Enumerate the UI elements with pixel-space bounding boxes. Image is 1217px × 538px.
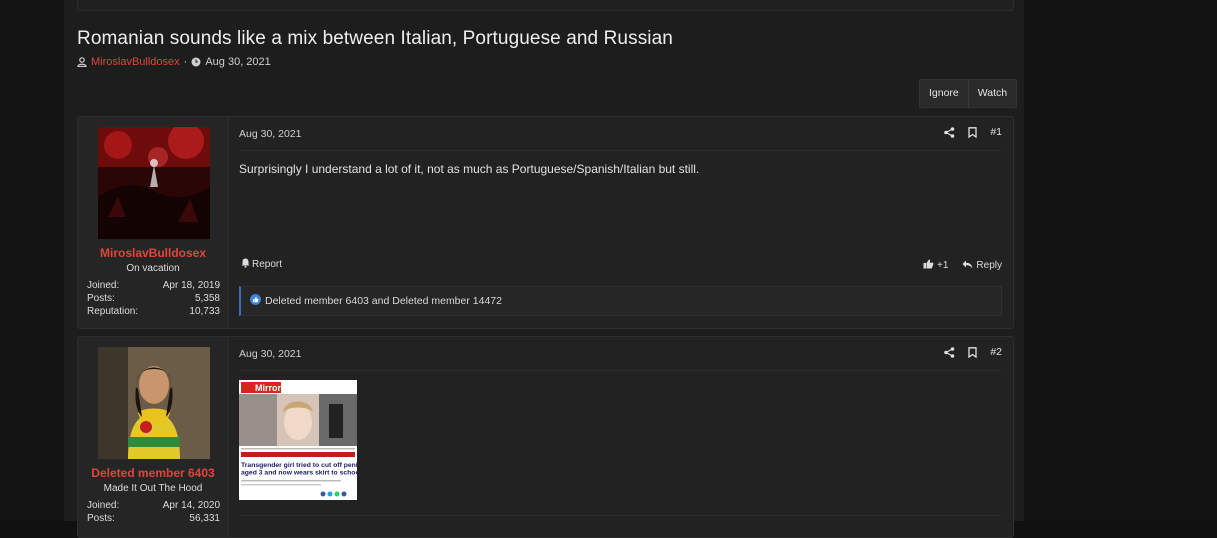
report-link[interactable]: Report [241, 258, 282, 271]
mirror-brand-text: Mirror [255, 383, 282, 393]
watch-button[interactable]: Watch [967, 80, 1017, 107]
stat-value: 10,733 [189, 306, 220, 317]
meta-separator: · [183, 56, 188, 68]
stat-value[interactable]: 56,331 [189, 512, 220, 525]
stat-row: Joined: Apr 14, 2020 [87, 499, 220, 512]
user-title: Made It Out The Hood [103, 483, 203, 494]
bell-icon [241, 258, 250, 271]
avatar[interactable] [98, 347, 210, 459]
stat-row: Posts: 5,358 [87, 292, 220, 305]
thread-meta: MiroslavBulldosex · Aug 30, 2021 [77, 56, 271, 68]
stat-value[interactable]: 5,358 [195, 292, 220, 305]
post-user-cell: Deleted member 6403 Made It Out The Hood… [78, 337, 229, 537]
headline-line: Transgender girl tried to cut off penis [241, 462, 357, 469]
post-footer-divider [239, 515, 1002, 516]
stat-value: Apr 14, 2020 [162, 500, 220, 511]
post-footer-actions: +1 Reply [923, 259, 1002, 272]
post-user-cell: MiroslavBulldosex On vacation Joined: Ap… [78, 117, 229, 328]
thread-action-buttons: Ignore Watch [919, 79, 1018, 108]
stat-row: Posts: 56,331 [87, 512, 220, 525]
post: MiroslavBulldosex On vacation Joined: Ap… [77, 116, 1014, 329]
main-content: Romanian sounds like a mix between Itali… [64, 0, 1024, 538]
post-number[interactable]: #2 [990, 346, 1002, 358]
post: Deleted member 6403 Made It Out The Hood… [77, 336, 1014, 538]
share-icon[interactable] [944, 126, 955, 138]
share-icon[interactable] [944, 346, 955, 358]
stat-label: Posts: [87, 513, 115, 524]
thread-date[interactable]: Aug 30, 2021 [205, 56, 270, 68]
user-title: On vacation [126, 263, 180, 274]
left-margin [0, 0, 64, 521]
stat-row: Reputation: 10,733 [87, 305, 220, 318]
reply-button[interactable]: Reply [962, 260, 1002, 272]
avatar[interactable] [98, 127, 210, 239]
reply-arrow-icon [962, 260, 973, 272]
stat-row: Joined: Apr 18, 2019 [87, 279, 220, 292]
stat-label: Joined: [87, 280, 120, 291]
stat-label: Joined: [87, 500, 120, 511]
svg-text:Transgender girl tried to cut: Transgender girl tried to cut off penis … [241, 462, 357, 477]
thumbs-up-icon [923, 259, 934, 272]
thread-author-link[interactable]: MiroslavBulldosex [91, 56, 180, 68]
ignore-button[interactable]: Ignore [920, 80, 968, 107]
post-header-actions: #1 [944, 126, 1002, 138]
user-stats: Joined: Apr 18, 2019 Posts: 5,358 Reputa… [87, 279, 220, 318]
post-date[interactable]: Aug 30, 2021 [239, 348, 301, 360]
username[interactable]: MiroslavBulldosex [78, 246, 228, 260]
user-stats: Joined: Apr 14, 2020 Posts: 56,331 [87, 499, 220, 525]
report-label: Report [252, 259, 283, 270]
post-date[interactable]: Aug 30, 2021 [239, 128, 301, 140]
right-margin [1024, 0, 1217, 521]
previous-block-edge [77, 0, 1014, 11]
reply-label: Reply [976, 260, 1002, 271]
like-button[interactable]: +1 [923, 259, 948, 272]
bookmark-icon[interactable] [968, 346, 977, 358]
stat-label: Posts: [87, 293, 115, 304]
bookmark-icon[interactable] [968, 126, 977, 138]
attachment-thumbnail[interactable]: Mirror Transgender girl tried to cut off… [239, 380, 357, 500]
reactions-text[interactable]: Deleted member 6403 and Deleted member 1… [265, 295, 502, 307]
like-reaction-icon [250, 294, 261, 308]
post-header-divider [239, 370, 1002, 371]
stat-value: Apr 18, 2019 [162, 280, 220, 291]
reaction-count: +1 [937, 260, 949, 271]
reactions-bar[interactable]: Deleted member 6403 and Deleted member 1… [239, 286, 1002, 316]
post-message-cell: Aug 30, 2021 #2 Mirror Transgender girl … [229, 337, 1013, 537]
post-header-actions: #2 [944, 346, 1002, 358]
clock-icon [191, 57, 201, 67]
page-title: Romanian sounds like a mix between Itali… [77, 28, 673, 49]
user-icon [77, 57, 87, 67]
post-header-divider [239, 150, 1002, 151]
post-message-cell: Aug 30, 2021 #1 Surprisingly I understan… [229, 117, 1013, 328]
headline-line: aged 3 and now wears skirt to school [241, 470, 357, 477]
post-body: Surprisingly I understand a lot of it, n… [239, 162, 700, 176]
post-number[interactable]: #1 [990, 126, 1002, 138]
username[interactable]: Deleted member 6403 [78, 466, 228, 480]
stat-label: Reputation: [87, 306, 139, 317]
